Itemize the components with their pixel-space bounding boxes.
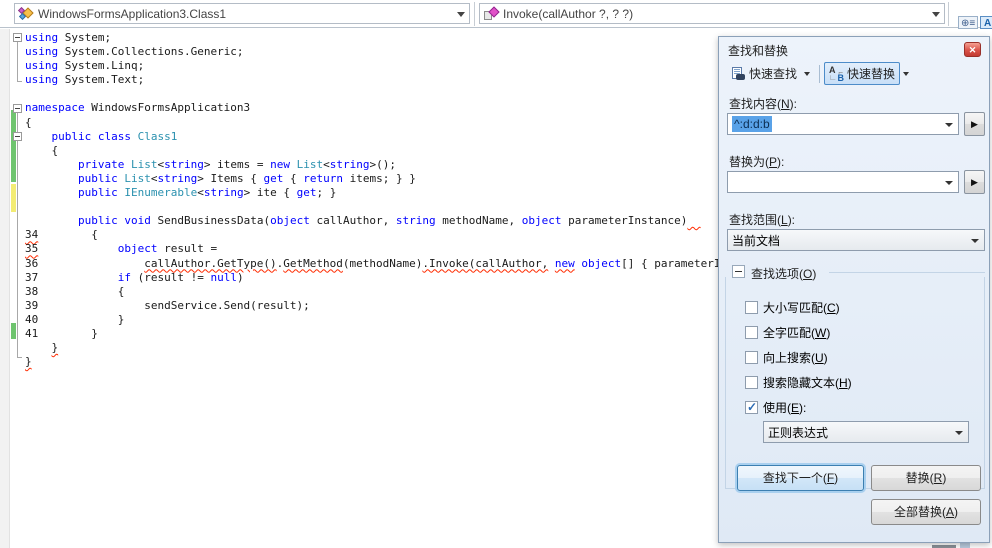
search-hidden-checkbox[interactable]: [745, 376, 758, 389]
match-case-checkbox-row[interactable]: 大小写匹配(C): [745, 299, 840, 316]
replace-with-label: 替换为(P):: [729, 155, 785, 169]
search-hidden-label: 搜索隐藏文本(H): [763, 376, 852, 390]
quick-find-label: 快速查找: [749, 67, 798, 81]
quick-replace-dropdown-icon[interactable]: [903, 71, 910, 76]
use-checkbox[interactable]: [745, 400, 758, 414]
use-select[interactable]: 正则表达式: [763, 421, 969, 443]
match-case-checkbox[interactable]: [745, 301, 758, 314]
quick-replace-button[interactable]: A ⌐ ∟ B 快速替换: [824, 62, 901, 85]
member-list-icon[interactable]: ⊕≡: [958, 16, 979, 29]
navbar-splitter-2[interactable]: [948, 2, 949, 26]
quick-find-button[interactable]: 快速查找: [727, 62, 801, 85]
find-replace-dialog: 查找和替换 ✕ 快速查找 A ⌐ ∟ B 快速替换 查找内容(N): ^:d:d:b …: [718, 36, 990, 543]
collapse-minus-icon[interactable]: [13, 33, 22, 42]
class-icon: [17, 6, 34, 21]
find-what-label: 查找内容(N):: [729, 97, 798, 111]
look-in-select[interactable]: 当前文档: [727, 229, 985, 251]
find-what-value: ^:d:d:b: [732, 116, 772, 132]
dialog-toolbar: 快速查找 A ⌐ ∟ B 快速替换: [727, 61, 914, 86]
member-dropdown-value: Invoke(callAuthor ?, ? ?): [503, 6, 634, 21]
chevron-down-icon[interactable]: [971, 239, 979, 243]
find-options-label: 查找选项(O): [751, 267, 817, 281]
look-in-value: 当前文档: [732, 233, 781, 248]
look-in-label: 查找范围(L):: [729, 213, 796, 227]
search-up-checkbox[interactable]: [745, 351, 758, 364]
use-checkbox-row[interactable]: 使用(E):: [745, 399, 806, 416]
match-case-label: 大小写匹配(C): [763, 301, 840, 315]
find-next-button[interactable]: 查找下一个(F): [737, 465, 864, 491]
chevron-down-icon[interactable]: [945, 123, 953, 127]
class-dropdown[interactable]: WindowsFormsApplication3.Class1: [14, 3, 470, 24]
quick-replace-icon: A ⌐ ∟ B: [829, 64, 845, 83]
navbar-splitter[interactable]: [474, 2, 475, 26]
close-icon[interactable]: ✕: [964, 42, 981, 57]
find-options-rule: [829, 272, 985, 273]
toolbar-separator: [819, 64, 821, 83]
whole-word-checkbox[interactable]: [745, 326, 758, 339]
quick-replace-label: 快速替换: [847, 67, 896, 81]
quick-find-icon: [731, 66, 746, 81]
whole-word-checkbox-row[interactable]: 全字匹配(W): [745, 324, 830, 341]
letter-a-icon[interactable]: A: [980, 16, 992, 29]
find-options-collapse-icon[interactable]: [732, 265, 745, 278]
whole-word-label: 全字匹配(W): [763, 326, 831, 340]
method-icon: [483, 5, 500, 21]
find-expression-builder-button[interactable]: ▶: [964, 112, 985, 136]
replace-all-button[interactable]: 全部替换(A): [871, 499, 981, 525]
replace-expression-builder-button[interactable]: ▶: [964, 170, 985, 194]
use-label: 使用(E):: [763, 401, 807, 415]
dialog-title: 查找和替换: [728, 44, 789, 58]
search-hidden-checkbox-row[interactable]: 搜索隐藏文本(H): [745, 374, 852, 391]
search-up-checkbox-row[interactable]: 向上搜索(U): [745, 349, 828, 366]
chevron-down-icon[interactable]: [457, 12, 465, 17]
quick-find-dropdown-icon[interactable]: [804, 71, 811, 76]
find-what-input[interactable]: ^:d:d:b: [727, 113, 959, 135]
chevron-down-icon[interactable]: [945, 181, 953, 185]
chevron-down-icon[interactable]: [932, 12, 940, 17]
replace-with-input[interactable]: [727, 171, 959, 193]
chevron-down-icon[interactable]: [955, 431, 963, 435]
member-dropdown[interactable]: Invoke(callAuthor ?, ? ?): [479, 3, 945, 24]
editor-navigation-bar: WindowsFormsApplication3.Class1 Invoke(c…: [0, 0, 992, 29]
search-up-label: 向上搜索(U): [763, 351, 828, 365]
collapse-minus-icon[interactable]: [13, 131, 22, 141]
use-value: 正则表达式: [768, 425, 829, 440]
collapse-minus-icon[interactable]: [13, 103, 22, 113]
class-dropdown-value: WindowsFormsApplication3.Class1: [38, 6, 227, 21]
replace-button[interactable]: 替换(R): [871, 465, 981, 491]
dialog-bottom-edge: [960, 543, 970, 548]
